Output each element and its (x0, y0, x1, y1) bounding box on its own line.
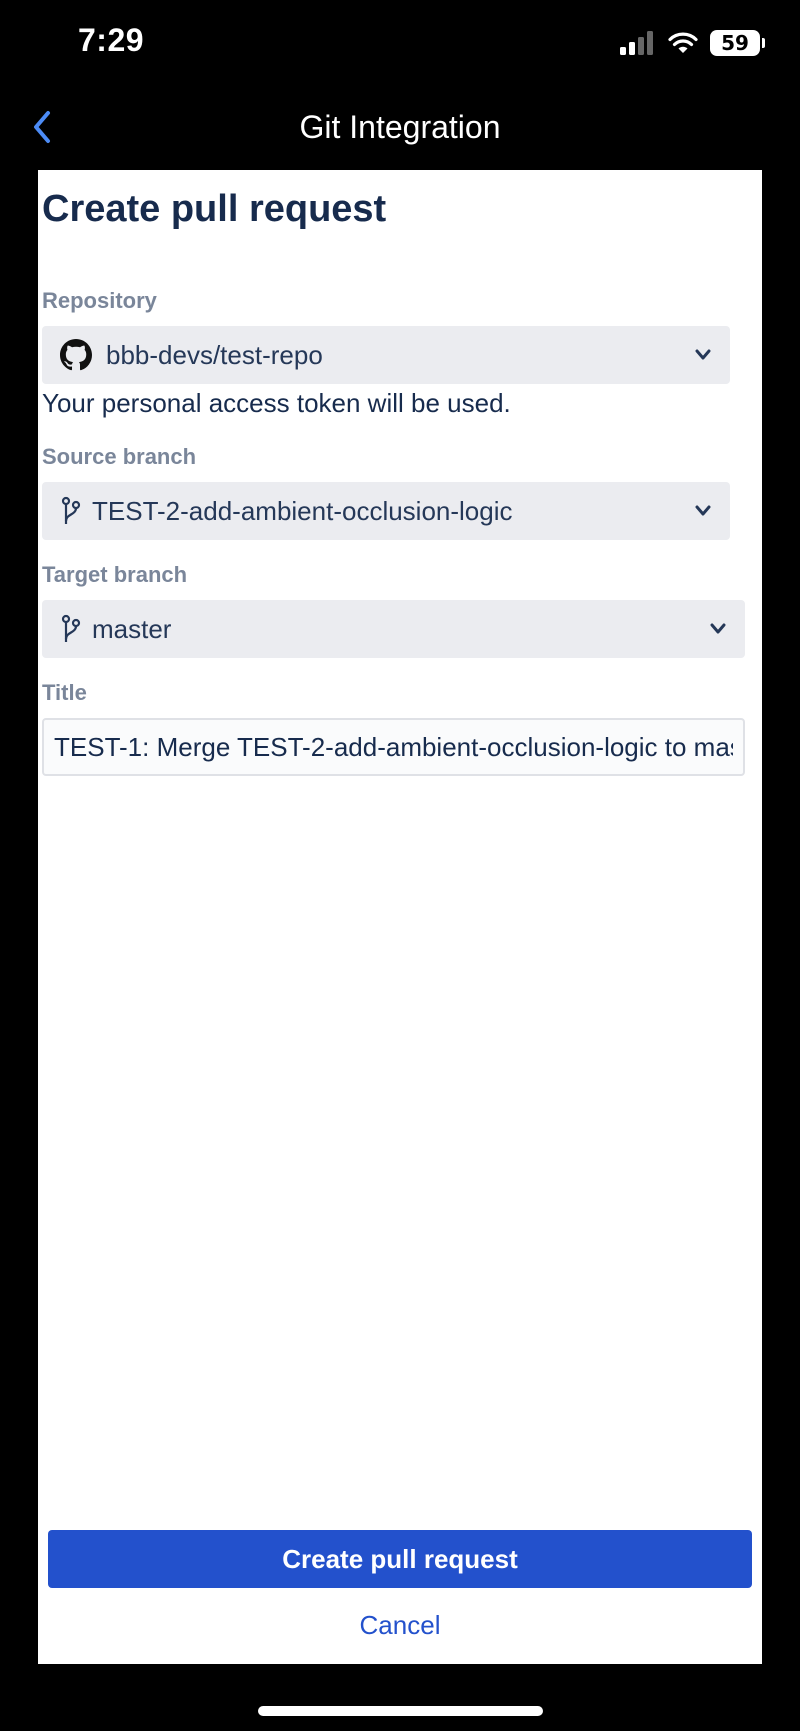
branch-icon (61, 496, 81, 524)
chevron-down-icon (695, 505, 711, 516)
signal-icon (620, 31, 653, 55)
chevron-down-icon (710, 623, 726, 634)
status-icons: 59 (620, 28, 765, 58)
github-icon (60, 339, 92, 371)
repository-value: bbb-devs/test-repo (106, 339, 323, 370)
source-branch-select[interactable]: TEST-2-add-ambient-occlusion-logic (42, 482, 730, 540)
target-branch-value: master (92, 613, 172, 644)
cancel-button[interactable]: Cancel (38, 1610, 762, 1641)
page-title: Create pull request (42, 188, 387, 230)
branch-icon (61, 614, 81, 642)
target-branch-select[interactable]: master (42, 600, 745, 658)
chevron-down-icon (695, 349, 711, 360)
status-bar: 7:29 59 (0, 0, 800, 90)
create-pull-request-button[interactable]: Create pull request (48, 1530, 752, 1588)
title-input[interactable] (42, 718, 745, 776)
repository-select[interactable]: bbb-devs/test-repo (42, 326, 730, 384)
nav-bar: Git Integration (0, 95, 800, 161)
title-label: Title (42, 680, 87, 705)
battery-icon: 59 (710, 30, 765, 56)
repository-label: Repository (42, 288, 157, 313)
source-branch-value: TEST-2-add-ambient-occlusion-logic (92, 495, 513, 526)
source-branch-label: Source branch (42, 444, 197, 469)
status-time: 7:29 (78, 22, 145, 58)
wifi-icon (668, 32, 698, 53)
nav-title: Git Integration (299, 109, 501, 145)
repository-help-text: Your personal access token will be used. (42, 388, 511, 418)
home-indicator[interactable] (258, 1706, 543, 1716)
create-pr-panel: Create pull request Repository bbb-devs/… (38, 170, 762, 1664)
target-branch-label: Target branch (42, 562, 188, 587)
battery-level: 59 (721, 31, 749, 55)
